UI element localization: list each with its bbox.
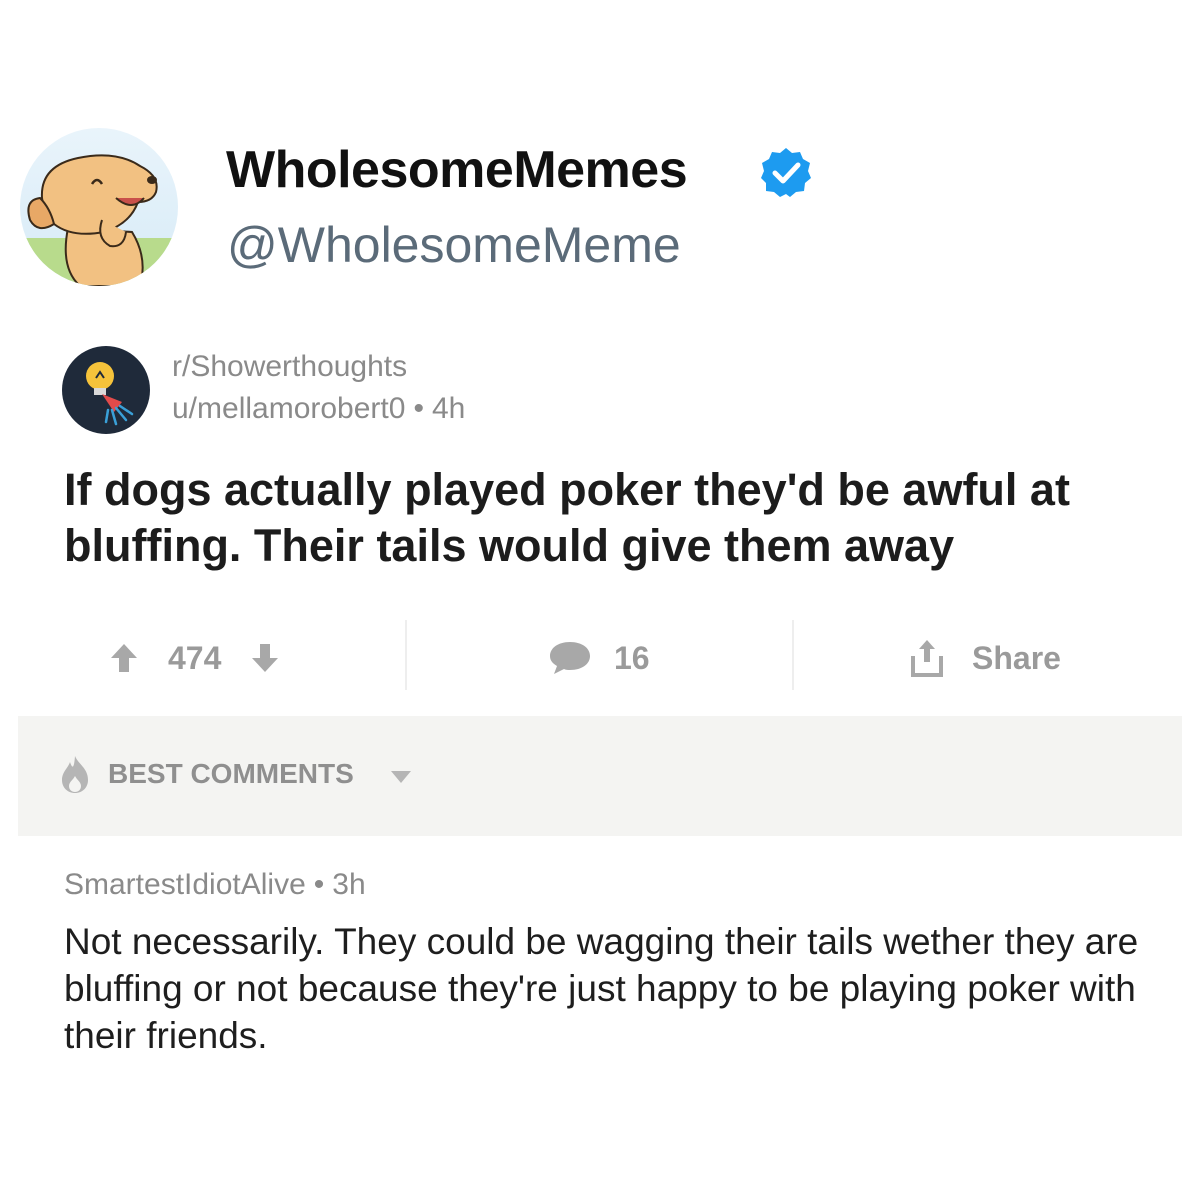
account-handle[interactable]: @WholesomeMeme [227,216,681,274]
share-icon [910,638,944,678]
subreddit-name[interactable]: r/Showerthoughts [172,350,407,384]
post-action-bar: 474 16 Share [20,620,1180,696]
meta-separator: • [313,868,325,901]
account-header: WholesomeMemes @WholesomeMeme [20,128,1180,288]
comments-button[interactable]: 16 [548,620,650,696]
comment-author[interactable]: SmartestIdiotAlive [64,868,306,901]
action-divider [405,620,407,690]
post-author[interactable]: u/mellamorobert0 [172,392,405,425]
cartoon-dog-avatar-icon[interactable] [20,128,178,286]
share-label: Share [972,639,1061,676]
comment-age: 3h [332,868,366,901]
comment-bubble-icon [548,640,592,676]
flame-icon [60,754,90,794]
lightbulb-shower-icon[interactable] [62,346,150,434]
comment-meta: SmartestIdiotAlive • 3h [64,868,366,902]
downvote-arrow-icon[interactable] [251,642,279,674]
action-divider [792,620,794,690]
vote-score: 474 [168,639,222,676]
post-age: 4h [431,392,466,425]
caret-down-icon[interactable] [390,770,412,784]
comment-count: 16 [614,639,650,676]
comment-body[interactable]: Not necessarily. They could be wagging t… [64,918,1154,1059]
vote-group: 474 [110,620,279,696]
meta-separator: • [413,392,424,425]
sort-label: BEST COMMENTS [108,758,354,789]
verified-badge-icon [760,146,812,198]
upvote-arrow-icon[interactable] [110,642,138,674]
share-button[interactable]: Share [910,620,1061,696]
meme-screenshot: WholesomeMemes @WholesomeMeme r/Showerth… [0,0,1200,1200]
comments-sort-bar[interactable]: BEST COMMENTS [18,716,1182,836]
post-meta: u/mellamorobert0 • 4h [172,392,465,426]
display-name[interactable]: WholesomeMemes [226,140,688,200]
post-title[interactable]: If dogs actually played poker they'd be … [64,462,1174,574]
